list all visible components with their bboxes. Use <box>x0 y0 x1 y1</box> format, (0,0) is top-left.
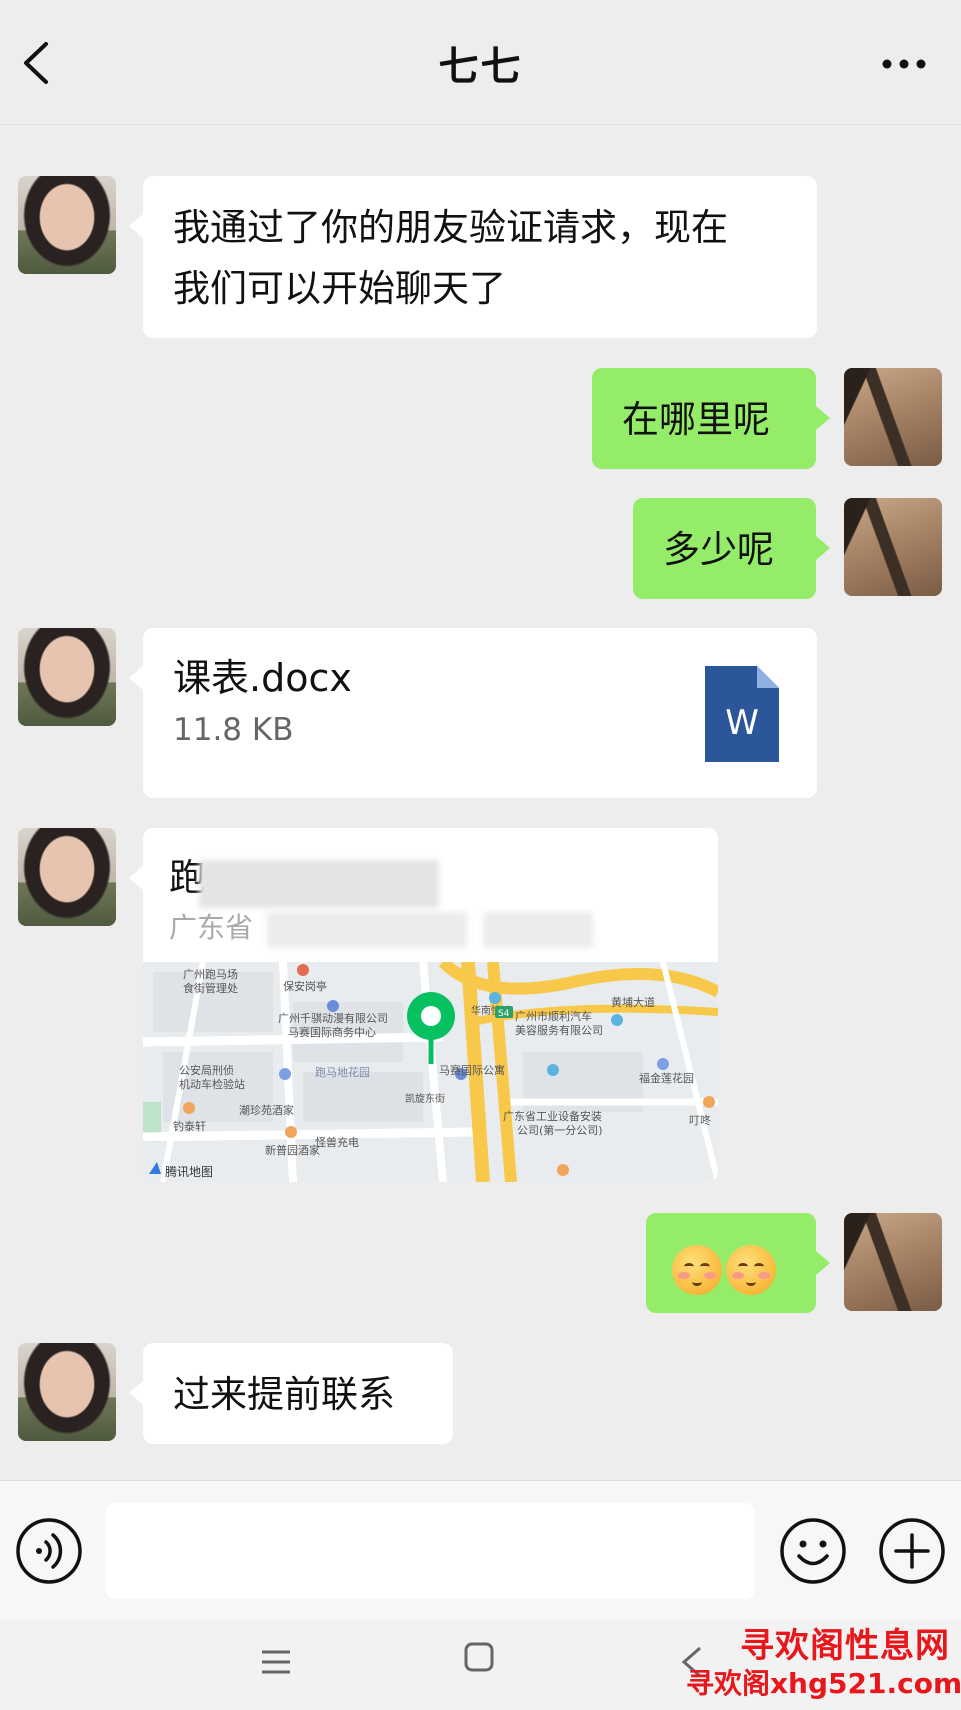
redacted-address <box>267 912 467 948</box>
svg-text:凯旋东街: 凯旋东街 <box>405 1092 445 1105</box>
map-credit: 腾讯地图 <box>165 1164 213 1179</box>
blushing-face-icon <box>726 1244 776 1295</box>
location-map[interactable]: 广州跑马场 食街管理处 保安岗亭 广州千骐动漫有限公司 马赛国际商务中心 公安局… <box>143 962 718 1182</box>
svg-text:广州千骐动漫有限公司: 广州千骐动漫有限公司 <box>278 1011 388 1025</box>
contact-avatar[interactable] <box>18 828 116 926</box>
svg-text:怪兽充电: 怪兽充电 <box>315 1135 359 1149</box>
watermark-text: 寻欢阁性息网 <box>740 1626 950 1666</box>
svg-text:广州市顺利汽车: 广州市顺利汽车 <box>515 1009 592 1023</box>
svg-text:黄埔大道: 黄埔大道 <box>611 995 655 1009</box>
svg-text:马赛国际商务中心: 马赛国际商务中心 <box>288 1025 376 1039</box>
word-document-icon: W <box>705 666 779 762</box>
svg-text:跑马地花园: 跑马地花园 <box>315 1065 370 1079</box>
file-name: 课表.docx <box>173 656 352 700</box>
home-icon[interactable] <box>464 1642 494 1672</box>
file-message-card[interactable]: 课表.docx 11.8 KB W <box>129 628 817 798</box>
watermark-url: 寻欢阁xhg521.com <box>686 1667 961 1700</box>
svg-text:公安局刑侦: 公安局刑侦 <box>179 1063 234 1077</box>
message-text: 多少呢 <box>663 528 774 571</box>
svg-text:食街管理处: 食街管理处 <box>183 981 238 995</box>
my-avatar[interactable] <box>844 498 942 596</box>
message-text-line: 我通过了你的朋友验证请求，现在 <box>173 206 728 249</box>
voice-input-icon[interactable] <box>15 1517 83 1585</box>
message-text: 在哪里呢 <box>622 398 770 441</box>
recent-apps-icon[interactable] <box>260 1642 292 1682</box>
emoji-message-bubble[interactable] <box>646 1213 830 1313</box>
svg-text:机动车检验站: 机动车检验站 <box>179 1077 245 1091</box>
location-message-card[interactable]: 跑 广东省 广州跑马场 食街管理处 保安岗亭 广州千骐动漫有限公司 马赛国际商务… <box>129 828 718 1182</box>
message-input[interactable] <box>106 1503 754 1599</box>
message-bubble-incoming[interactable]: 过来提前联系 <box>129 1343 453 1444</box>
blushing-face-icon <box>672 1244 722 1295</box>
svg-text:潮珍苑酒家: 潮珍苑酒家 <box>239 1103 294 1117</box>
more-options-icon[interactable] <box>881 54 927 74</box>
more-functions-plus-icon[interactable] <box>878 1517 946 1585</box>
svg-text:广东省工业设备安装: 广东省工业设备安装 <box>503 1109 602 1123</box>
redacted-location-name <box>199 860 439 908</box>
my-avatar[interactable] <box>844 1213 942 1311</box>
message-text-line: 我们可以开始聊天了 <box>173 267 506 310</box>
message-text: 过来提前联系 <box>173 1373 395 1416</box>
svg-text:新普园酒家: 新普园酒家 <box>265 1143 320 1157</box>
svg-text:钓泰轩: 钓泰轩 <box>173 1119 206 1133</box>
my-avatar[interactable] <box>844 368 942 466</box>
contact-avatar[interactable] <box>18 1343 116 1441</box>
svg-text:广州跑马场: 广州跑马场 <box>183 967 238 981</box>
svg-text:公司(第一分公司): 公司(第一分公司) <box>517 1123 603 1137</box>
message-bubble-outgoing[interactable]: 在哪里呢 <box>592 368 830 469</box>
message-bubble-incoming[interactable]: 我通过了你的朋友验证请求，现在 我们可以开始聊天了 <box>129 176 817 338</box>
word-icon-letter: W <box>725 703 759 743</box>
redacted-address <box>483 912 593 948</box>
svg-text:S4: S4 <box>498 1009 510 1019</box>
file-size: 11.8 KB <box>173 712 294 748</box>
location-address: 广东省 <box>169 911 254 944</box>
emoji-picker-icon[interactable] <box>779 1517 847 1585</box>
svg-text:叮咚: 叮咚 <box>689 1113 711 1127</box>
map-canvas: 广州跑马场 食街管理处 保安岗亭 广州千骐动漫有限公司 马赛国际商务中心 公安局… <box>143 962 718 1182</box>
chat-header: 七七 <box>0 0 961 125</box>
message-bubble-outgoing[interactable]: 多少呢 <box>633 498 830 599</box>
contact-avatar[interactable] <box>18 176 116 274</box>
chat-title: 七七 <box>438 44 523 90</box>
svg-text:美容服务有限公司: 美容服务有限公司 <box>515 1023 603 1037</box>
chat-input-bar <box>0 1480 961 1621</box>
svg-text:保安岗亭: 保安岗亭 <box>283 979 327 993</box>
contact-avatar[interactable] <box>18 628 116 726</box>
svg-text:马赛国际公寓: 马赛国际公寓 <box>439 1063 505 1077</box>
svg-text:福金莲花园: 福金莲花园 <box>639 1071 694 1085</box>
